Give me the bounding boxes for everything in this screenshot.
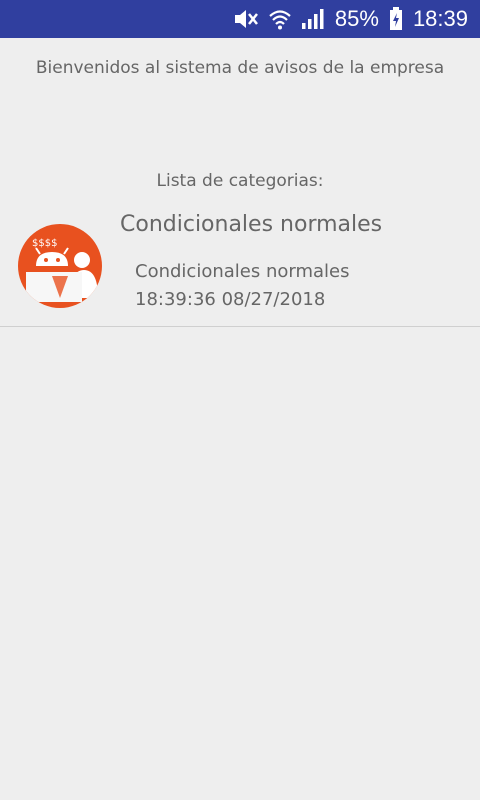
category-list-item[interactable]: Condicionales normales $$$$ Condicionale… [0,200,480,326]
svg-text:$$$$: $$$$ [32,238,57,249]
welcome-text: Bienvenidos al sistema de avisos de la e… [35,58,445,78]
item-timestamp: 18:39:36 08/27/2018 [135,289,326,310]
status-icons: 85% 18:39 [233,0,468,38]
wifi-icon [269,8,291,30]
category-item-details: Condicionales normales 18:39:36 08/27/20… [135,258,349,314]
item-title: Condicionales normales [135,261,350,282]
category-list-title: Lista de categorias: [156,171,324,191]
category-name: Condicionales normales [120,212,383,237]
clock: 18:39 [412,6,468,31]
android-desk-icon: $$$$ [18,224,102,308]
signal-icon [301,8,325,30]
list-divider [0,326,480,327]
status-bar: 85% 18:39 [0,0,480,38]
battery-percentage: 85% [334,6,379,31]
battery-charging-icon [389,7,403,31]
mute-icon [233,8,259,30]
